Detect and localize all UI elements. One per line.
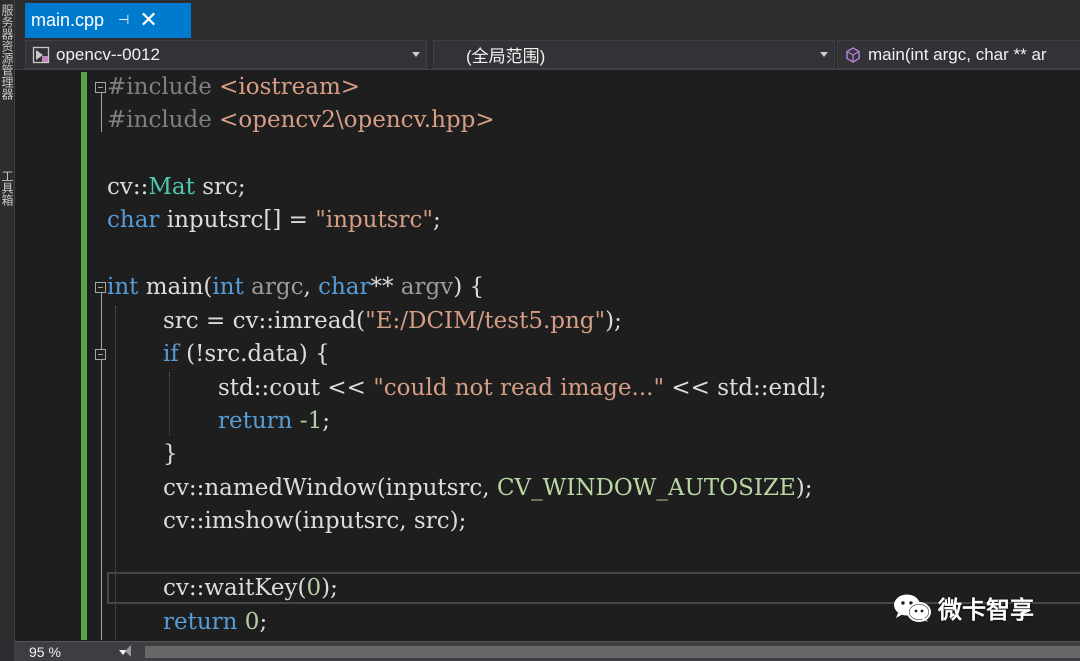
code-editor[interactable]: #include <iostream> #include <opencv2\op…: [15, 70, 1080, 640]
outline-guide-main: [101, 292, 103, 640]
server-explorer-tab[interactable]: 服务器资源管理器: [0, 4, 14, 100]
member-dropdown-value: main(int argc, char ** ar: [868, 44, 1047, 64]
macro: CV_WINDOW_AUTOSIZE: [496, 475, 796, 501]
number-literal: -1: [299, 408, 323, 434]
keyword: char: [318, 274, 371, 300]
code-line-17: return 0;: [163, 609, 268, 635]
side-tool-strip: 服务器资源管理器 工具箱: [0, 0, 15, 661]
type-name: Mat: [148, 174, 195, 200]
keyword: int: [212, 274, 244, 300]
document-tab-bar: main.cpp ⊣ ✕: [15, 0, 1080, 40]
chevron-down-icon: [820, 52, 828, 57]
parameter: argc: [251, 274, 304, 300]
ide-window: 服务器资源管理器 工具箱 main.cpp ⊣ ✕ opencv--0012 (…: [0, 0, 1080, 661]
code-line-1: #include <iostream>: [107, 71, 360, 104]
keyword: return: [163, 609, 238, 635]
string-literal: "inputsrc": [315, 207, 433, 233]
code-line-2: #include <opencv2\opencv.hpp>: [107, 104, 495, 137]
code-line-9: if (!src.data) {: [163, 341, 330, 367]
keyword: if: [163, 341, 179, 367]
code-line-8: src = cv::imread("E:/DCIM/test5.png");: [163, 308, 622, 334]
include-path: <opencv2\opencv.hpp>: [219, 107, 495, 133]
collapse-icon[interactable]: [95, 349, 106, 360]
pin-icon[interactable]: ⊣: [118, 13, 129, 28]
wechat-icon: [894, 594, 931, 622]
preprocessor-directive: #include: [107, 107, 212, 133]
editor-status-bar: 95 %: [15, 641, 1080, 661]
horizontal-scrollbar-thumb[interactable]: [145, 646, 1080, 658]
zoom-level: 95 %: [29, 644, 61, 660]
code-line-10: std::cout << "could not read image..." <…: [218, 375, 827, 401]
tab-title: main.cpp: [31, 10, 105, 30]
tab-main-cpp[interactable]: main.cpp ⊣ ✕: [25, 3, 191, 38]
chevron-down-icon: [412, 52, 420, 57]
collapse-icon[interactable]: [95, 282, 106, 293]
code-line-16: cv::waitKey(0);: [163, 575, 338, 601]
number-literal: 0: [306, 575, 322, 601]
code-line-4: cv::Mat src;: [107, 174, 246, 200]
project-dropdown[interactable]: opencv--0012: [25, 40, 427, 69]
project-dropdown-value: opencv--0012: [56, 44, 160, 64]
string-literal: "E:/DCIM/test5.png": [365, 308, 606, 334]
code-line-11: return -1;: [218, 408, 330, 434]
number-literal: 0: [244, 609, 260, 635]
zoom-dropdown[interactable]: 95 %: [29, 643, 127, 661]
member-dropdown[interactable]: main(int argc, char ** ar: [837, 40, 1080, 69]
code-line-7: int main(int argc, char** argv) {: [107, 274, 485, 300]
keyword: return: [218, 408, 293, 434]
keyword: char: [107, 207, 160, 233]
change-tracking-bar: [81, 72, 87, 640]
include-path: <iostream>: [219, 74, 361, 100]
scroll-left-icon[interactable]: [125, 645, 131, 657]
watermark-text: 微卡智享: [938, 596, 1034, 624]
collapse-icon[interactable]: [95, 82, 106, 93]
preprocessor-directive: #include: [107, 74, 212, 100]
close-icon[interactable]: ✕: [139, 9, 157, 32]
string-literal: "could not read image...": [373, 375, 665, 401]
toolbox-tab[interactable]: 工具箱: [0, 170, 14, 206]
navigation-bar: opencv--0012 (全局范围) main(int argc, char …: [15, 38, 1080, 70]
code-line-12: }: [163, 441, 178, 467]
outline-guide-includes: [101, 90, 103, 132]
code-line-14: cv::imshow(inputsrc, src);: [163, 508, 467, 534]
member-function-icon: [846, 46, 860, 63]
indent-guide: [169, 372, 170, 436]
keyword: int: [107, 274, 139, 300]
scope-dropdown[interactable]: (全局范围): [433, 40, 835, 69]
parameter: argv: [400, 274, 454, 300]
project-icon: [32, 46, 50, 63]
code-line-5: char inputsrc[] = "inputsrc";: [107, 207, 441, 233]
scope-dropdown-value: (全局范围): [466, 47, 546, 66]
watermark: 微卡智享: [892, 590, 1034, 625]
code-line-13: cv::namedWindow(inputsrc, CV_WINDOW_AUTO…: [163, 475, 813, 501]
